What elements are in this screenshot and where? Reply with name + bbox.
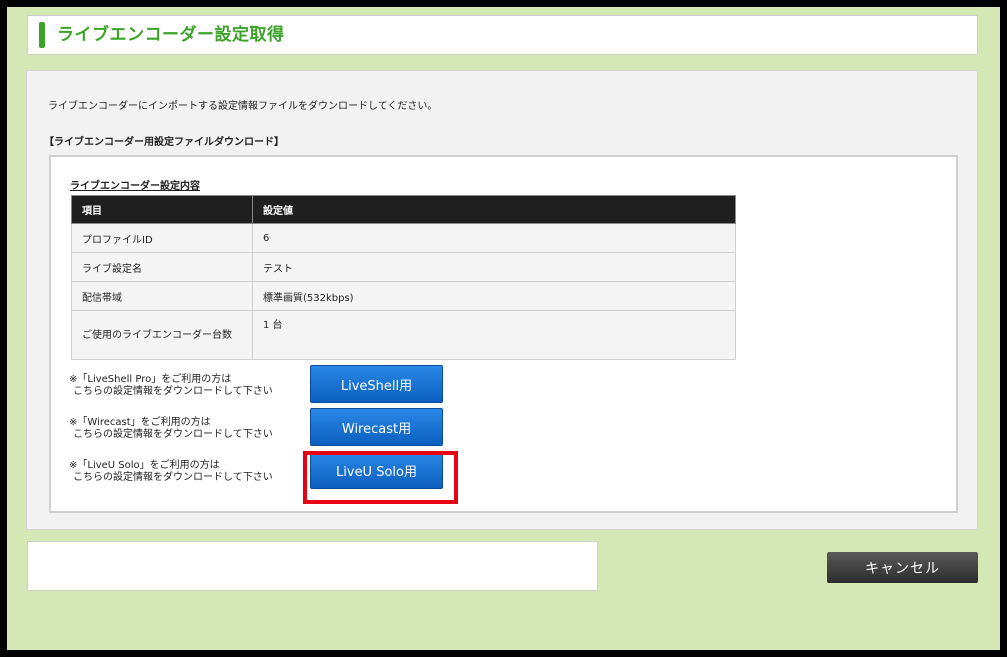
cancel-button[interactable]: キャンセル (827, 552, 978, 583)
header-accent-bar (39, 22, 45, 48)
liveu-solo-download-button[interactable]: LiveU Solo用 (310, 451, 443, 489)
table-row: ライブ設定名 テスト (71, 252, 736, 282)
settings-table-caption: ライブエンコーダー設定内容 (70, 181, 200, 192)
table-row: プロファイルID 6 (71, 223, 736, 253)
page-frame: ライブエンコーダー設定取得 ライブエンコーダーにインポートする設定情報ファイルを… (7, 7, 1000, 650)
settings-table: 項目 設定値 プロファイルID 6 ライブ設定名 テスト 配信帯域 標準画質(5… (71, 195, 736, 360)
row-key: ご使用のライブエンコーダー台数 (71, 310, 253, 360)
liveshell-download-button[interactable]: LiveShell用 (310, 365, 443, 403)
intro-text: ライブエンコーダーにインポートする設定情報ファイルをダウンロードしてください。 (48, 101, 438, 112)
page-header: ライブエンコーダー設定取得 (27, 15, 978, 55)
section-title: 【ライブエンコーダー用設定ファイルダウンロード】 (44, 137, 284, 148)
row-key: プロファイルID (71, 223, 253, 253)
wirecast-note: ※「Wirecast」をご利用の方は こちらの設定情報をダウンロードして下さい (69, 417, 273, 440)
table-header-row: 項目 設定値 (71, 195, 736, 224)
row-key: 配信帯域 (71, 281, 253, 311)
column-header-value: 設定値 (252, 195, 736, 224)
liveu-solo-note: ※「LiveU Solo」をご利用の方は こちらの設定情報をダウンロードして下さ… (69, 460, 273, 483)
row-value: テスト (252, 252, 736, 282)
row-key: ライブ設定名 (71, 252, 253, 282)
main-panel: ライブエンコーダーにインポートする設定情報ファイルをダウンロードしてください。 … (26, 70, 978, 530)
row-value: 6 (252, 223, 736, 253)
settings-box: ライブエンコーダー設定内容 項目 設定値 プロファイルID 6 ライブ設定名 テ… (49, 155, 958, 513)
row-value: 標準画質(532kbps) (252, 281, 736, 311)
wirecast-download-button[interactable]: Wirecast用 (310, 408, 443, 446)
table-row: ご使用のライブエンコーダー台数 1 台 (71, 310, 736, 360)
table-row: 配信帯域 標準画質(532kbps) (71, 281, 736, 311)
page-title: ライブエンコーダー設定取得 (57, 25, 285, 45)
liveshell-note: ※「LiveShell Pro」をご利用の方は こちらの設定情報をダウンロードし… (69, 374, 273, 397)
row-value: 1 台 (252, 310, 736, 360)
column-header-item: 項目 (71, 195, 253, 224)
message-box (27, 541, 598, 591)
